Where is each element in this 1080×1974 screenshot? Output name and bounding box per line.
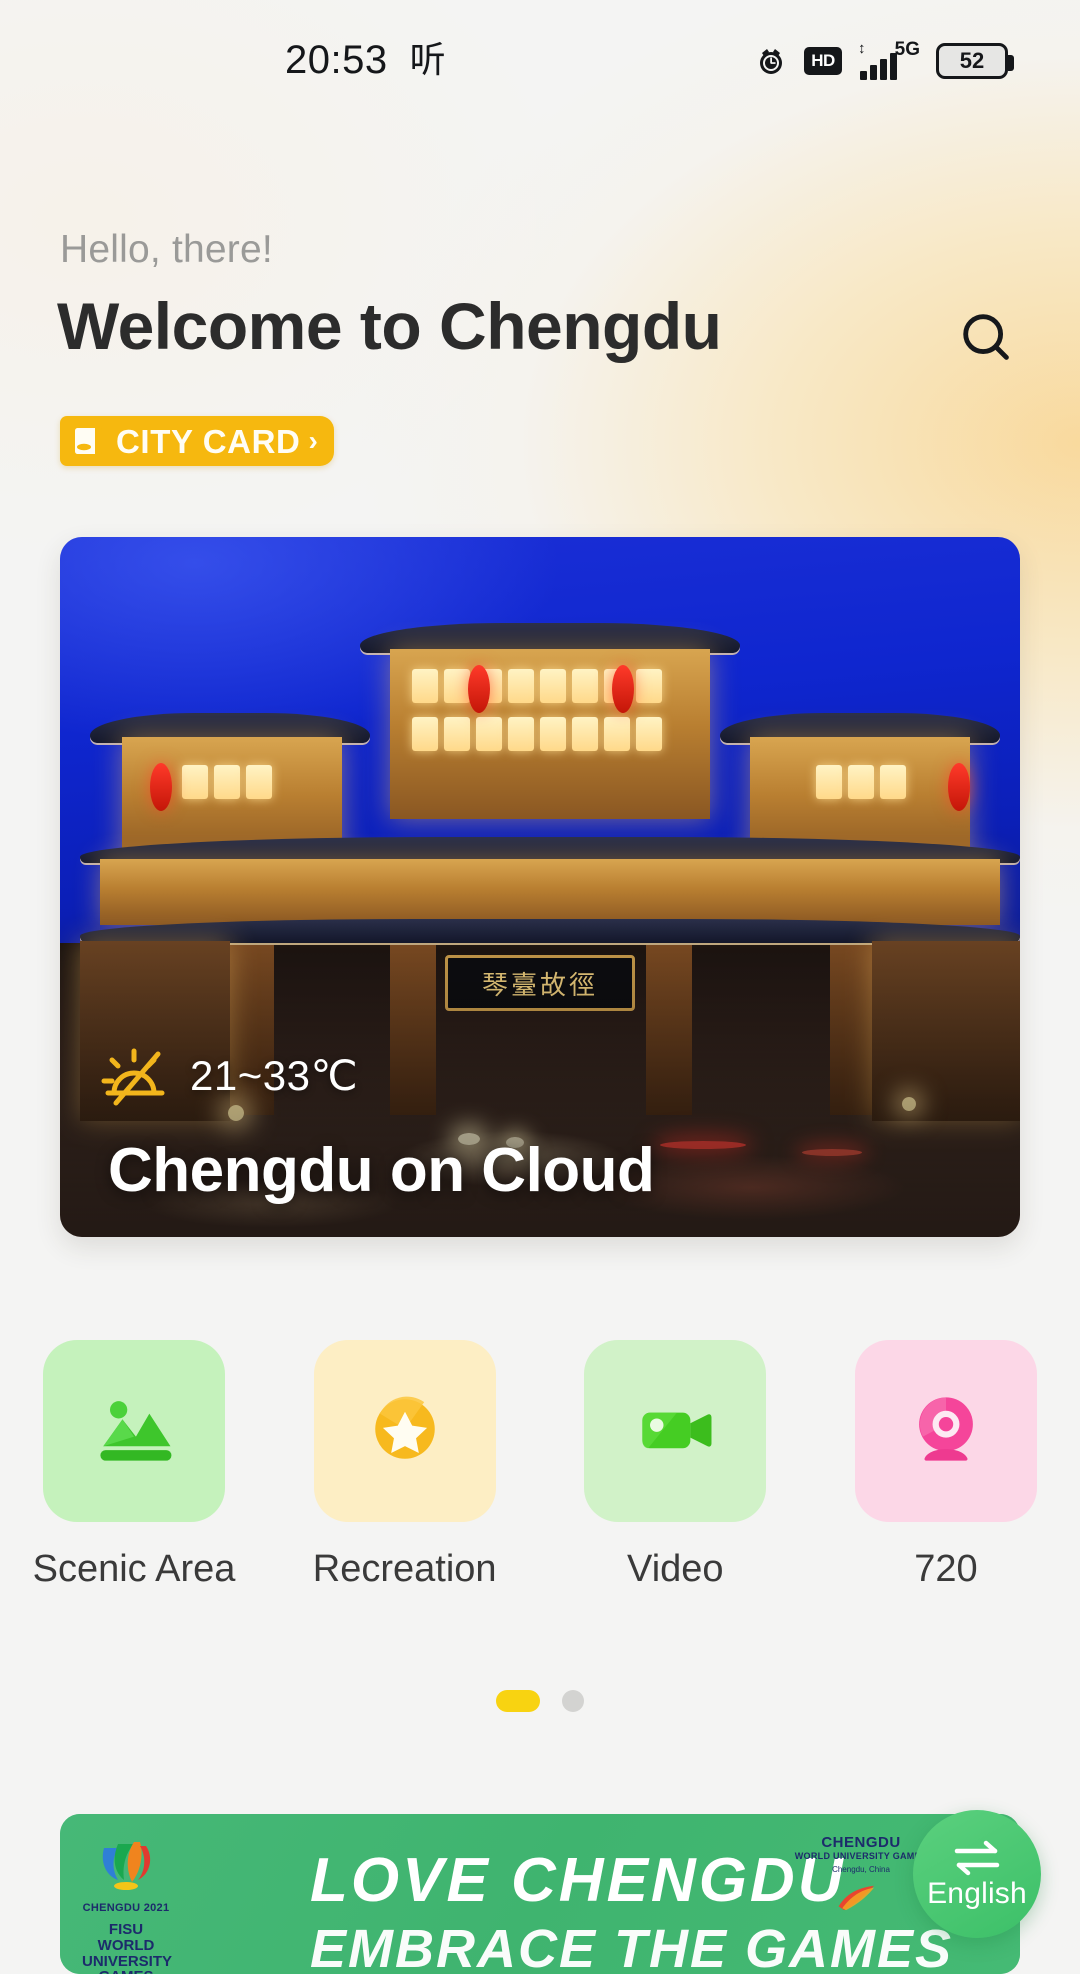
language-label: English: [927, 1877, 1027, 1910]
network-type-label: 5G: [894, 39, 920, 60]
city-card-label: CITY CARD: [116, 422, 301, 460]
status-bar-left: 20:53 听: [285, 40, 446, 80]
quick-tile-label: Recreation: [312, 1548, 497, 1590]
city-card-button[interactable]: CITY CARD ›: [60, 416, 334, 466]
mountain-image-icon: [86, 1381, 182, 1482]
quick-tile-720[interactable]: 720: [854, 1340, 1037, 1590]
temperature-text: 21~33℃: [190, 1052, 359, 1099]
quick-tile-label: Scenic Area: [32, 1548, 236, 1590]
games-torch-icon: [833, 1885, 889, 1920]
pager-dot[interactable]: [562, 1690, 584, 1712]
language-switch-button[interactable]: English: [913, 1810, 1041, 1938]
alarm-icon: [754, 44, 788, 78]
quick-tile-label: Video: [627, 1548, 724, 1590]
card-icon: [72, 424, 106, 458]
hero-title: Chengdu on Cloud: [108, 1135, 655, 1205]
battery-icon: 52: [936, 43, 1014, 79]
hero-weather: 21~33℃: [100, 1043, 358, 1109]
quick-tile-720-box: [854, 1340, 1037, 1522]
sun-icon: [100, 1043, 180, 1109]
promo-banner-title: LOVE CHENGDU: [310, 1846, 846, 1915]
quick-tiles-row: Scenic Area Recreation Video 720: [0, 1340, 1080, 1588]
right-mark-line1: CHENGDU: [821, 1834, 901, 1851]
video-camera-icon: [627, 1381, 723, 1482]
chevron-right-icon: ›: [308, 425, 318, 456]
panoramic-camera-icon: [898, 1381, 994, 1482]
promo-banner-subtitle: EMBRACE THE GAMES: [310, 1919, 954, 1974]
swap-arrows-icon: [951, 1839, 1003, 1877]
signal-icon: ↕ 5G: [858, 39, 920, 80]
fisu-logo-subcaption: FISUWORLDUNIVERSITYGAMES: [82, 1921, 173, 1974]
status-bar: 20:53 听 HD ↕ 5G 52: [0, 0, 1080, 120]
quick-tile-label: 720: [914, 1548, 978, 1590]
status-app-glyph: 听: [409, 39, 446, 80]
greeting-text: Hello, there!: [60, 228, 273, 271]
quick-tile-video-box: [584, 1340, 767, 1522]
signal-bars: [860, 53, 897, 80]
status-bar-right: HD ↕ 5G 52: [754, 39, 1014, 80]
search-button[interactable]: [955, 308, 1021, 374]
pager-dots: [0, 1690, 1080, 1712]
hero-card[interactable]: 琴臺故徑: [60, 537, 1020, 1237]
status-time: 20:53: [285, 38, 388, 82]
quick-tile-recreation[interactable]: Recreation: [312, 1340, 497, 1590]
chengdu-2021-emblem-icon: [90, 1828, 162, 1900]
fisu-logo-caption: CHENGDU 2021: [82, 1902, 170, 1914]
page-title: Welcome to Chengdu: [57, 289, 722, 363]
quick-tile-scenic-area[interactable]: Scenic Area: [33, 1340, 235, 1588]
promo-banner[interactable]: CHENGDU 2021 FISUWORLDUNIVERSITYGAMES LO…: [60, 1814, 1020, 1974]
fisu-logo: CHENGDU 2021 FISUWORLDUNIVERSITYGAMES: [82, 1828, 173, 1974]
search-icon: [956, 307, 1020, 376]
hd-icon: HD: [804, 47, 842, 75]
pager-dot-active[interactable]: [496, 1690, 540, 1712]
quick-tile-scenic-area-box: [43, 1340, 225, 1522]
quick-tile-recreation-box: [313, 1340, 496, 1522]
star-badge-icon: [357, 1381, 453, 1482]
battery-level: 52: [959, 48, 985, 73]
quick-tile-video[interactable]: Video: [584, 1340, 767, 1590]
